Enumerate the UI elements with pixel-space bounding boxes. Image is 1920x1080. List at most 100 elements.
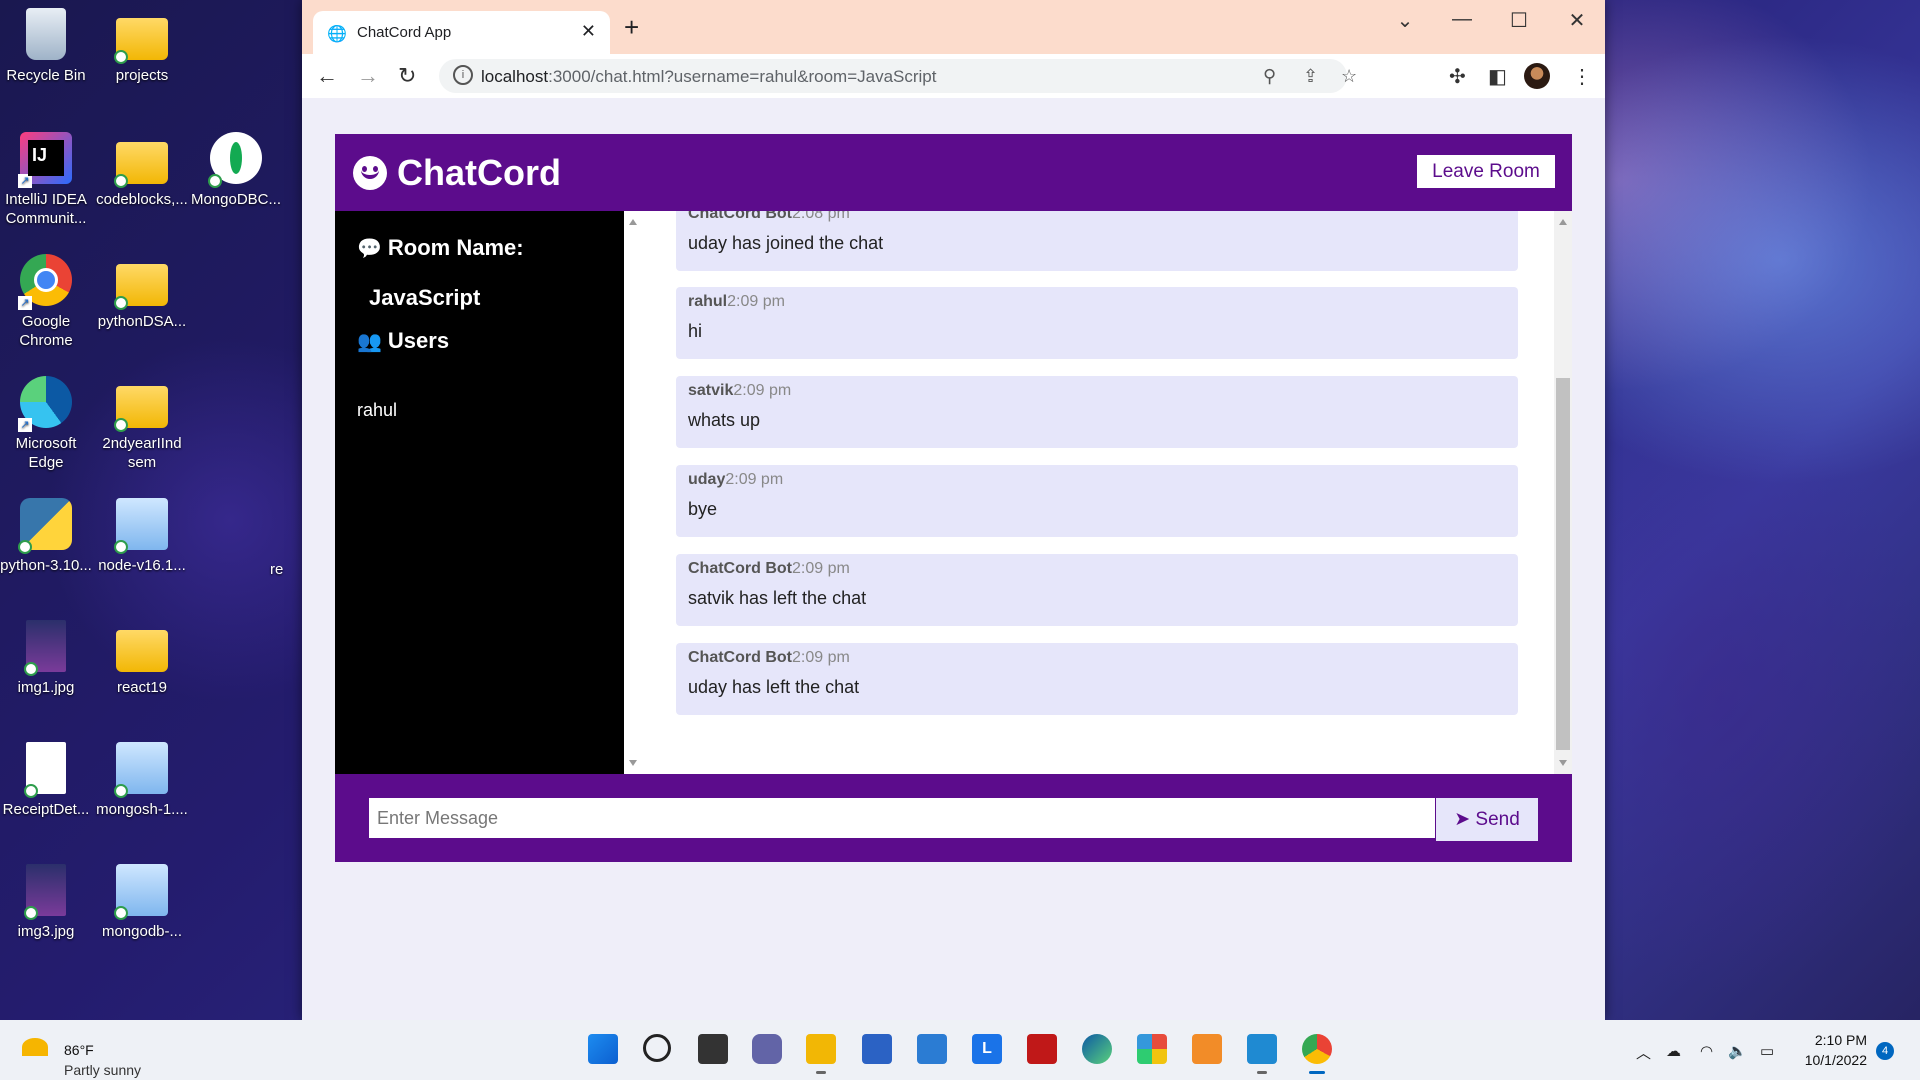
- mongodb-leaf-icon: [208, 132, 262, 188]
- python-installer-shortcut[interactable]: python-3.10...: [0, 498, 92, 575]
- tab-chatcord[interactable]: 🌐 ChatCord App ✕: [313, 11, 610, 54]
- vscode-icon[interactable]: [1247, 1034, 1277, 1074]
- show-hidden-icons-chevron-icon[interactable]: ︿: [1636, 1042, 1651, 1063]
- tab-search-chevron-icon[interactable]: ⌄: [1382, 8, 1428, 33]
- url-field[interactable]: i localhost:3000/chat.html?username=rahu…: [439, 59, 1357, 93]
- sync-check-icon: [114, 174, 128, 188]
- reload-icon[interactable]: ↻: [398, 63, 416, 89]
- messages-scrollbar[interactable]: [1554, 211, 1572, 774]
- chrome-icon: ↗: [18, 254, 72, 310]
- message-meta: ChatCord Bot2:09 pm: [688, 649, 850, 667]
- smiley-icon: [353, 156, 387, 190]
- message: ChatCord Bot2:09 pm uday has left the ch…: [676, 643, 1518, 715]
- mongodb-compass-shortcut[interactable]: MongoDBC...: [190, 132, 282, 209]
- chat-teams-icon[interactable]: [752, 1034, 782, 1064]
- sublime-text-icon[interactable]: [1192, 1034, 1222, 1064]
- edge-taskbar-icon[interactable]: [1082, 1034, 1112, 1064]
- back-arrow-icon[interactable]: ←: [316, 63, 338, 89]
- chrome-shortcut[interactable]: ↗ Google Chrome: [0, 254, 92, 350]
- message-text: satvik has left the chat: [688, 588, 867, 608]
- send-button[interactable]: ➤ Send: [1436, 798, 1538, 841]
- menu-kebab-icon[interactable]: ⋮: [1572, 64, 1592, 89]
- clock-time: 2:10 PM: [1814, 1032, 1867, 1048]
- wifi-icon[interactable]: ◠: [1700, 1042, 1713, 1060]
- partly-sunny-icon: [22, 1038, 48, 1056]
- start-windows-icon[interactable]: [588, 1034, 618, 1064]
- task-view-icon[interactable]: [698, 1034, 728, 1064]
- search-icon[interactable]: [643, 1034, 671, 1062]
- clock-date: 10/1/2022: [1804, 1052, 1867, 1068]
- users-heading: 👥 Users: [357, 328, 449, 354]
- message: uday2:09 pm bye: [676, 465, 1518, 537]
- mail-icon[interactable]: [917, 1034, 947, 1064]
- volume-icon[interactable]: 🔈: [1728, 1042, 1747, 1060]
- close-window-button[interactable]: ✕: [1554, 8, 1600, 33]
- mongodb-installer[interactable]: mongodb-...: [96, 864, 188, 941]
- share-icon[interactable]: ⇪: [1303, 66, 1318, 87]
- paper-plane-icon: ➤: [1454, 809, 1471, 830]
- intellij-shortcut[interactable]: ↗ IntelliJ IDEA Communit...: [0, 132, 92, 228]
- tab-close-icon[interactable]: ✕: [581, 21, 596, 42]
- sync-check-icon: [114, 906, 128, 920]
- img1-file[interactable]: img1.jpg: [0, 620, 92, 697]
- forward-arrow-icon[interactable]: →: [357, 63, 379, 89]
- file-explorer-icon[interactable]: [806, 1034, 836, 1074]
- message-form: ➤ Send: [335, 774, 1572, 862]
- message-meta: ChatCord Bot2:08 pm: [688, 211, 850, 223]
- app-grid-icon[interactable]: [1137, 1034, 1167, 1064]
- site-info-icon[interactable]: i: [453, 65, 473, 85]
- extensions-puzzle-icon[interactable]: ✣: [1449, 64, 1466, 89]
- folder-projects[interactable]: projects: [96, 8, 188, 85]
- send-label: Send: [1475, 809, 1520, 830]
- shortcut-arrow-icon: ↗: [18, 418, 32, 432]
- receipt-file[interactable]: ReceiptDet...: [0, 742, 92, 819]
- sidebar-scrollbar[interactable]: [624, 211, 642, 774]
- app-logo: ChatCord: [353, 152, 561, 194]
- node-installer-shortcut[interactable]: node-v16.1...: [96, 498, 188, 575]
- mcafee-icon[interactable]: [1027, 1034, 1057, 1064]
- chat-header: ChatCord Leave Room: [335, 134, 1572, 211]
- folder-react19[interactable]: react19: [96, 620, 188, 697]
- recycle-bin-shortcut[interactable]: Recycle Bin: [0, 8, 92, 85]
- scroll-down-arrow-icon[interactable]: [1559, 760, 1567, 766]
- leave-room-button[interactable]: Leave Room: [1417, 155, 1555, 188]
- mongosh-installer[interactable]: mongosh-1....: [96, 742, 188, 819]
- url-text: localhost:3000/chat.html?username=rahul&…: [481, 67, 937, 87]
- img3-file[interactable]: img3.jpg: [0, 864, 92, 941]
- scroll-down-arrow-icon[interactable]: [629, 760, 637, 766]
- maximize-button[interactable]: ☐: [1496, 8, 1542, 33]
- message-author: satvik: [688, 382, 734, 399]
- message-input[interactable]: [369, 798, 1435, 838]
- scroll-up-arrow-icon[interactable]: [1559, 219, 1567, 225]
- scroll-up-arrow-icon[interactable]: [629, 219, 637, 225]
- installer-disc-icon: [114, 742, 168, 798]
- new-tab-button[interactable]: +: [624, 12, 639, 43]
- url-host: localhost: [481, 67, 549, 86]
- microsoft-store-icon[interactable]: [862, 1034, 892, 1064]
- profile-avatar[interactable]: [1524, 63, 1550, 89]
- bookmark-star-icon[interactable]: ☆: [1341, 66, 1357, 87]
- chrome-taskbar-icon[interactable]: [1302, 1034, 1332, 1074]
- folder-2ndyear[interactable]: 2ndyearIInd sem: [96, 376, 188, 472]
- tab-strip: 🌐 ChatCord App ✕ + ⌄ — ☐ ✕: [302, 0, 1605, 54]
- zoom-icon[interactable]: ⚲: [1263, 66, 1276, 87]
- user-list-item: rahul: [357, 400, 398, 420]
- sync-check-icon: [114, 540, 128, 554]
- folder-pythondsa[interactable]: pythonDSA...: [96, 254, 188, 331]
- message: satvik2:09 pm whats up: [676, 376, 1518, 448]
- users-heading-label: Users: [387, 328, 450, 353]
- folder-codeblocks[interactable]: codeblocks,...: [96, 132, 188, 209]
- battery-icon[interactable]: ▭: [1760, 1042, 1774, 1060]
- side-panel-icon[interactable]: ◧: [1488, 64, 1507, 89]
- clock[interactable]: 2:10 PM 10/1/2022: [1795, 1030, 1867, 1070]
- installer-disc-icon: [114, 498, 168, 554]
- message-text: whats up: [688, 410, 761, 430]
- notification-badge[interactable]: 4: [1876, 1042, 1894, 1060]
- minimize-button[interactable]: —: [1439, 8, 1485, 31]
- scrollbar-thumb[interactable]: [1556, 378, 1570, 750]
- onedrive-cloud-icon[interactable]: ☁: [1666, 1042, 1681, 1060]
- edge-shortcut[interactable]: ↗ Microsoft Edge: [0, 376, 92, 472]
- folder-icon: [114, 386, 168, 432]
- intellij-icon: ↗: [18, 132, 72, 188]
- l-app-icon[interactable]: L: [972, 1034, 1002, 1064]
